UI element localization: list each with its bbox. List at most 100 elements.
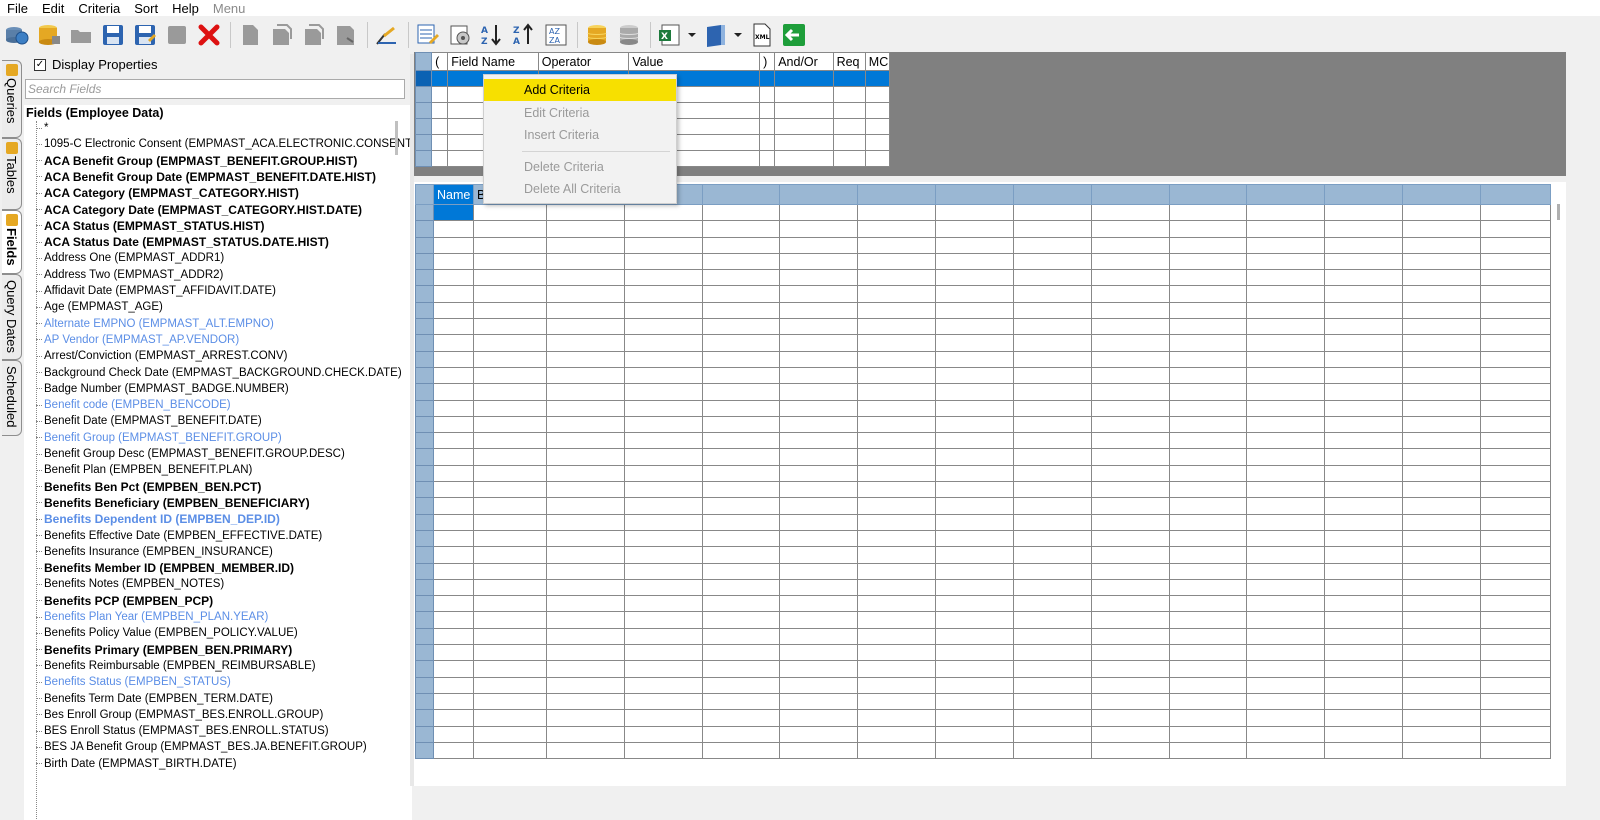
results-cell[interactable]	[701, 464, 781, 483]
results-cell[interactable]	[623, 432, 703, 450]
criteria-cell[interactable]	[832, 118, 866, 135]
criteria-header-field-name[interactable]: Field Name	[447, 52, 539, 71]
results-cell[interactable]	[1402, 529, 1481, 548]
results-cell[interactable]	[701, 529, 781, 548]
results-cell[interactable]	[1324, 741, 1404, 760]
results-cell[interactable]	[1090, 725, 1170, 743]
sort-az-icon[interactable]: AZ ZA	[541, 20, 571, 50]
results-cell[interactable]	[1168, 692, 1248, 711]
results-cell[interactable]	[432, 529, 474, 548]
results-cell[interactable]	[432, 334, 474, 352]
criteria-cell[interactable]	[431, 102, 449, 119]
results-cell[interactable]	[1090, 432, 1170, 450]
results-cell[interactable]	[779, 448, 859, 466]
results-cell[interactable]	[1402, 448, 1481, 466]
results-cell[interactable]	[935, 725, 1014, 743]
results-column-header[interactable]	[1168, 184, 1248, 205]
results-cell[interactable]	[1402, 366, 1481, 385]
results-cell[interactable]	[545, 366, 625, 385]
field-item[interactable]: Benefits Status (EMPBEN_STATUS)	[36, 674, 231, 690]
results-cell[interactable]	[1246, 578, 1326, 597]
results-row[interactable]	[415, 725, 1552, 743]
results-cell[interactable]	[857, 383, 937, 401]
results-row-header[interactable]	[415, 399, 434, 417]
tab-fields[interactable]: Fields	[2, 210, 22, 274]
menu-file[interactable]: File	[0, 1, 35, 16]
display-properties-checkbox[interactable]: ✓	[34, 58, 46, 71]
results-cell[interactable]	[623, 497, 703, 515]
field-item[interactable]: ACA Status (EMPMAST_STATUS.HIST)	[36, 218, 264, 234]
results-cell[interactable]	[1246, 236, 1326, 254]
results-cell[interactable]	[472, 432, 547, 450]
results-cell[interactable]	[935, 578, 1014, 597]
results-cell[interactable]	[545, 448, 625, 466]
results-cell[interactable]	[935, 285, 1014, 303]
results-cell[interactable]	[1402, 692, 1481, 711]
results-cell[interactable]	[1168, 220, 1248, 238]
results-row[interactable]	[415, 203, 1552, 222]
criteria-cell[interactable]	[431, 70, 449, 87]
results-cell[interactable]	[545, 709, 625, 727]
results-row-header[interactable]	[415, 285, 434, 303]
results-cell[interactable]	[472, 676, 547, 694]
results-row-header[interactable]	[415, 741, 434, 760]
results-cell[interactable]	[1012, 350, 1092, 368]
results-row-header[interactable]	[415, 203, 434, 222]
criteria-cell[interactable]	[759, 150, 776, 167]
results-row[interactable]	[415, 513, 1552, 531]
results-cell[interactable]	[779, 383, 859, 401]
results-cell[interactable]	[1479, 725, 1552, 743]
results-cell[interactable]	[1090, 236, 1170, 254]
results-cell[interactable]	[1168, 334, 1248, 352]
results-cell[interactable]	[472, 546, 547, 564]
results-cell[interactable]	[432, 415, 474, 434]
results-cell[interactable]	[857, 269, 937, 287]
results-cell[interactable]	[432, 611, 474, 629]
results-cell[interactable]	[857, 285, 937, 303]
results-cell[interactable]	[1324, 546, 1404, 564]
results-cell[interactable]	[545, 676, 625, 694]
results-cell[interactable]	[1090, 497, 1170, 515]
results-cell[interactable]	[857, 562, 937, 580]
results-cell[interactable]	[623, 464, 703, 483]
results-cell[interactable]	[1168, 562, 1248, 580]
results-cell[interactable]	[1324, 676, 1404, 694]
results-cell[interactable]	[623, 741, 703, 760]
results-cell[interactable]	[701, 513, 781, 531]
save-icon[interactable]	[98, 20, 128, 50]
results-cell[interactable]	[1324, 529, 1404, 548]
settings-icon[interactable]	[445, 20, 475, 50]
results-cell[interactable]	[545, 432, 625, 450]
results-cell[interactable]	[1168, 595, 1248, 613]
criteria-cell[interactable]	[832, 86, 866, 103]
results-cell[interactable]	[701, 415, 781, 434]
criteria-row-header[interactable]	[414, 102, 433, 119]
results-cell[interactable]	[857, 318, 937, 336]
results-cell[interactable]	[779, 269, 859, 287]
results-cell[interactable]	[432, 252, 474, 271]
results-cell[interactable]	[545, 611, 625, 629]
results-cell[interactable]	[1479, 236, 1552, 254]
results-cell[interactable]	[1479, 366, 1552, 385]
results-cell[interactable]	[1324, 595, 1404, 613]
results-cell[interactable]	[779, 203, 859, 222]
results-cell[interactable]	[1090, 676, 1170, 694]
results-cell[interactable]	[1090, 644, 1170, 662]
results-cell[interactable]	[1402, 513, 1481, 531]
results-cell[interactable]	[701, 546, 781, 564]
results-cell[interactable]	[1479, 676, 1552, 694]
field-item[interactable]: Arrest/Conviction (EMPMAST_ARREST.CONV)	[36, 348, 287, 364]
results-row[interactable]	[415, 366, 1552, 385]
results-cell[interactable]	[1402, 611, 1481, 629]
results-row-header[interactable]	[415, 513, 434, 531]
results-cell[interactable]	[472, 611, 547, 629]
results-row-header[interactable]	[415, 432, 434, 450]
results-row[interactable]	[415, 269, 1552, 287]
results-cell[interactable]	[1090, 513, 1170, 531]
results-row[interactable]	[415, 709, 1552, 727]
results-row-header[interactable]	[415, 481, 434, 499]
results-cell[interactable]	[1168, 676, 1248, 694]
results-cell[interactable]	[935, 464, 1014, 483]
results-cell[interactable]	[545, 334, 625, 352]
results-cell[interactable]	[1479, 220, 1552, 238]
